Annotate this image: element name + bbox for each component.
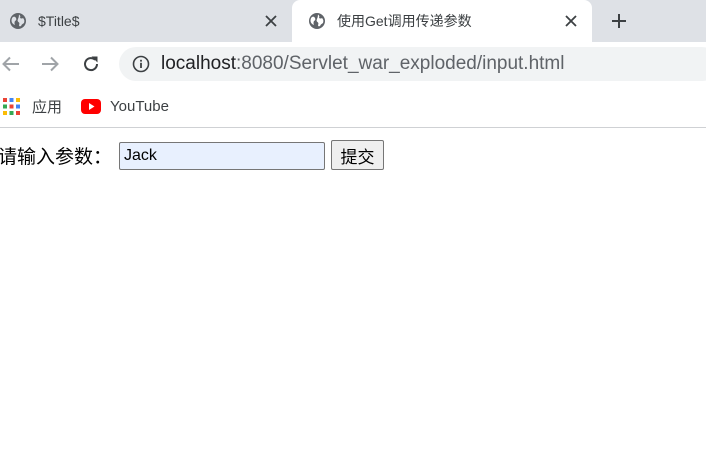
new-tab-button[interactable]: [608, 10, 630, 32]
apps-grid-icon: [3, 97, 20, 115]
globe-icon: [9, 12, 27, 30]
close-icon[interactable]: [562, 12, 580, 30]
page-content: 请输入参数： 提交: [0, 128, 706, 461]
forward-arrow-icon: [42, 56, 59, 72]
bookmark-youtube[interactable]: YouTube: [81, 95, 169, 117]
reload-button[interactable]: [80, 53, 102, 75]
url-path: :8080/Servlet_war_exploded/input.html: [236, 53, 565, 74]
tab-title: 使用Get调用传递参数: [337, 13, 472, 29]
youtube-icon: [81, 98, 101, 114]
browser-toolbar: localhost:8080/Servlet_war_exploded/inpu…: [0, 42, 706, 86]
address-bar[interactable]: localhost:8080/Servlet_war_exploded/inpu…: [119, 47, 706, 81]
globe-icon: [308, 12, 326, 30]
close-icon[interactable]: [262, 12, 280, 30]
forward-button[interactable]: [39, 53, 61, 75]
tab-strip: $Title$ 使用Get调用传递参数: [0, 0, 706, 42]
url-host: localhost: [161, 53, 236, 74]
tab-get-params[interactable]: 使用Get调用传递参数: [292, 0, 592, 42]
bookmark-label: 应用: [32, 98, 63, 116]
bookmark-label: YouTube: [110, 97, 169, 115]
param-input[interactable]: [119, 142, 325, 170]
plus-icon: [612, 14, 626, 28]
tab-title: $Title$: [38, 13, 80, 29]
tab-title-placeholder[interactable]: $Title$: [0, 0, 292, 42]
param-form: 请输入参数：: [0, 140, 112, 170]
back-button[interactable]: [0, 53, 22, 75]
param-label: 请输入参数：: [0, 146, 113, 168]
bookmark-apps[interactable]: 应用: [3, 95, 62, 117]
bookmarks-bar: 应用 YouTube: [0, 86, 706, 128]
back-arrow-icon: [2, 56, 19, 72]
reload-icon: [84, 56, 99, 72]
info-icon[interactable]: [132, 55, 150, 73]
url-text: localhost:8080/Servlet_war_exploded/inpu…: [161, 53, 564, 75]
submit-button[interactable]: 提交: [331, 140, 384, 170]
